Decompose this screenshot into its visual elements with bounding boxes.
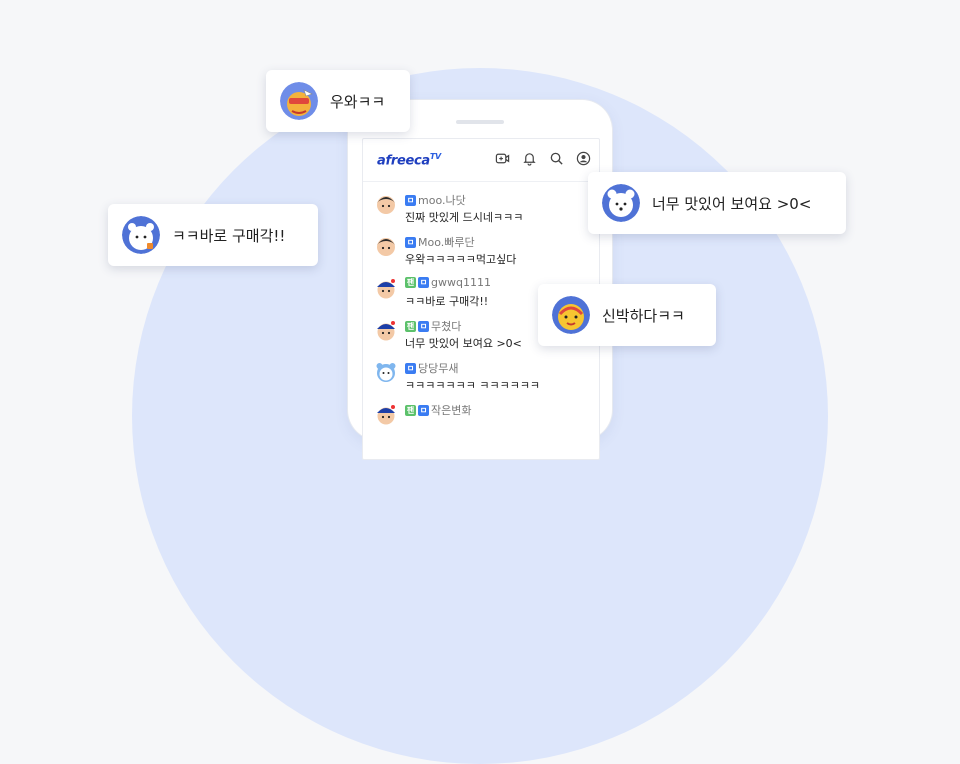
- chat-message: ㅁ moo.나닷 진짜 맛있게 드시네ㅋㅋㅋ: [375, 190, 599, 232]
- chat-username[interactable]: Moo.빠루단: [418, 234, 475, 250]
- app-topbar: afreecaTV: [363, 139, 599, 182]
- chat-text: 우왁ㅋㅋㅋㅋㅋ먹고싶다: [405, 253, 517, 266]
- grade-badge: ㅁ: [405, 362, 416, 374]
- grade-badge: ㅁ: [418, 320, 429, 332]
- chat-message: ㅁ 당당무새 ㅋㅋㅋㅋㅋㅋㅋ ㅋㅋㅋㅋㅋㅋ: [375, 358, 599, 400]
- chat-text: ㅋㅋㅋㅋㅋㅋㅋ ㅋㅋㅋㅋㅋㅋ: [405, 379, 541, 392]
- search-icon[interactable]: [549, 151, 564, 166]
- fan-badge: 팬: [405, 277, 416, 288]
- boy-avatar-icon: [377, 196, 395, 214]
- white-bear-avatar-icon: [122, 216, 160, 254]
- grade-badge: ㅁ: [418, 404, 429, 416]
- reaction-bubble-wow: 우와ㅋㅋ: [266, 70, 410, 132]
- bubble-text: 신박하다ㅋㅋ: [602, 306, 685, 325]
- bubble-text: 너무 맛있어 보여요 >0<: [652, 194, 812, 213]
- grade-badge: ㅁ: [418, 277, 429, 288]
- bell-icon[interactable]: [522, 151, 537, 166]
- bear-avatar-icon: [602, 184, 640, 222]
- logo-sup: TV: [429, 152, 441, 161]
- reaction-bubble-tasty: 너무 맛있어 보여요 >0<: [588, 172, 846, 234]
- cap-avatar-icon: [377, 321, 395, 341]
- chat-message: 팬 ㅁ 작은변화: [375, 400, 599, 442]
- grade-badge: ㅁ: [405, 194, 416, 206]
- bubble-text: 우와ㅋㅋ: [330, 92, 386, 111]
- video-icon[interactable]: [495, 151, 510, 166]
- reaction-bubble-wonder: 신박하다ㅋㅋ: [538, 284, 716, 346]
- fan-badge: 팬: [405, 320, 416, 332]
- sunglasses-avatar-icon: [280, 82, 318, 120]
- bubble-text: ㅋㅋ바로 구매각!!: [172, 226, 286, 245]
- chat-username[interactable]: 당당무새: [418, 360, 458, 376]
- chat-text: ㅋㅋ바로 구매각!!: [405, 295, 489, 308]
- chat-username[interactable]: 무쳤다: [431, 318, 461, 334]
- boy-avatar-icon: [377, 238, 395, 256]
- chick-avatar-icon: [552, 296, 590, 334]
- bear-avatar-icon: [376, 363, 396, 382]
- chat-username[interactable]: gwwq1111: [431, 276, 491, 289]
- topbar-icons: [495, 151, 591, 166]
- chat-username[interactable]: moo.나닷: [418, 192, 466, 208]
- phone-mockup: afreecaTV ㅁ moo.나닷 진짜 맛있게 드시네ㅋㅋㅋ ㅁ Moo.빠루단…: [348, 100, 612, 460]
- profile-icon[interactable]: [576, 151, 591, 166]
- afreecatv-logo[interactable]: afreecaTV: [377, 152, 441, 168]
- phone-speaker: [456, 120, 504, 124]
- chat-username[interactable]: 작은변화: [431, 402, 471, 418]
- fan-badge: 팬: [405, 404, 416, 416]
- reaction-bubble-buy: ㅋㅋ바로 구매각!!: [108, 204, 318, 266]
- cap-avatar-icon: [377, 279, 395, 299]
- chat-message: ㅁ Moo.빠루단 우왁ㅋㅋㅋㅋㅋ먹고싶다: [375, 232, 599, 274]
- cap-avatar-icon: [377, 405, 395, 425]
- logo-text: afreeca: [377, 153, 430, 169]
- grade-badge: ㅁ: [405, 236, 416, 248]
- chat-text: 진짜 맛있게 드시네ㅋㅋㅋ: [405, 211, 524, 224]
- chat-text: 너무 맛있어 보여요 >0<: [405, 337, 522, 350]
